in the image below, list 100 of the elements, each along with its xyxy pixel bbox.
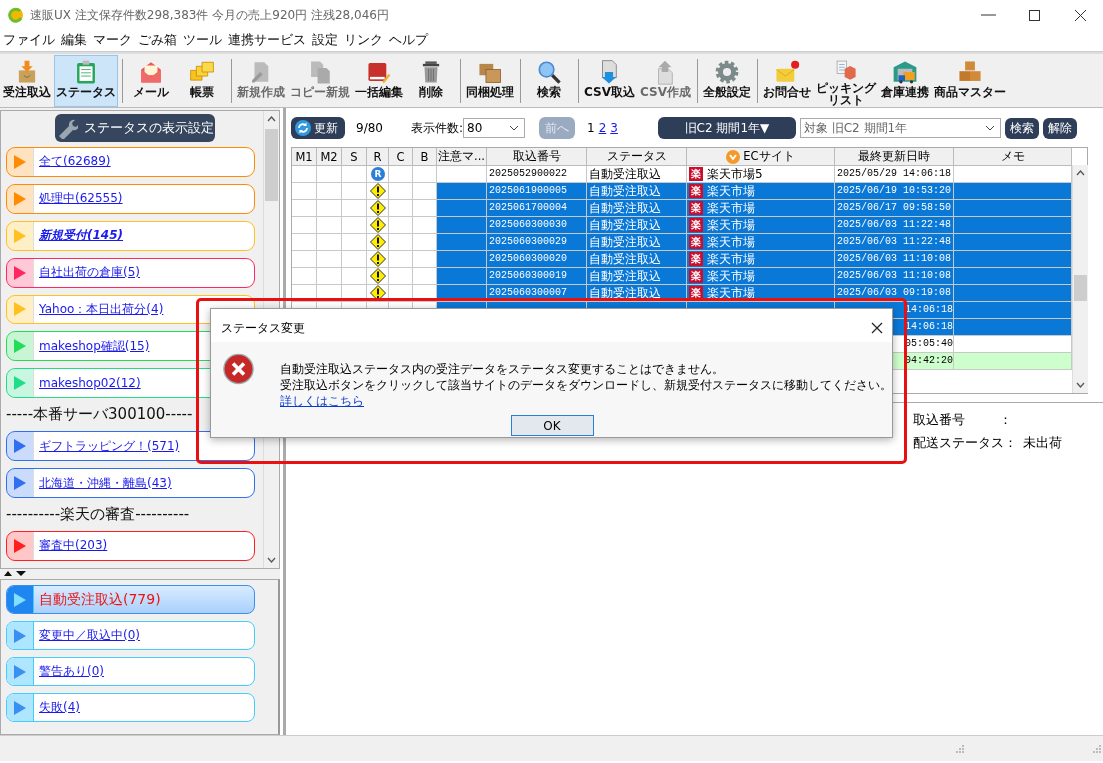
page-link[interactable]: 1: [587, 121, 595, 135]
table-cell: [413, 183, 437, 200]
envelope-icon: [773, 59, 800, 85]
table-cell: 2025/06/17 09:58:50: [835, 200, 954, 217]
toolbar-button[interactable]: ステータス: [54, 55, 118, 107]
table-cell: 自動受注取込: [587, 217, 687, 234]
filter-dropdown[interactable]: 対象 旧C2 期間1年: [799, 118, 1001, 138]
details-link[interactable]: 詳しくはこちら: [280, 394, 364, 408]
table-cell: [317, 200, 342, 217]
field-colon: ：: [1004, 435, 1017, 452]
window-title: 速販UX 注文保存件数298,383件 今月の売上920円 注残28,046円: [30, 6, 389, 24]
table-cell: [413, 234, 437, 251]
site-badge: 楽: [689, 167, 703, 181]
menu-item[interactable]: ヘルプ: [389, 32, 428, 49]
site-name: 楽天市場: [707, 234, 755, 250]
table-cell: 自動受注取込: [587, 268, 687, 285]
table-cell: [317, 234, 342, 251]
table-cell: 2025061700004: [487, 200, 587, 217]
status-item[interactable]: 警告あり(0): [6, 657, 255, 686]
toolbar-button[interactable]: ピッキング リスト: [813, 55, 878, 107]
status-item[interactable]: 北海道・沖縄・離島(43): [6, 468, 255, 499]
record-count: 9/80: [356, 121, 383, 135]
table-cell: 自動受注取込: [587, 234, 687, 251]
sort-down-icon: [726, 149, 741, 164]
period-button[interactable]: 旧C2 期間1年▼: [657, 117, 796, 139]
site-name: 楽天市場: [707, 251, 755, 267]
site-badge: 楽: [689, 269, 703, 283]
site-badge: 楽: [689, 201, 703, 215]
toolbar-button[interactable]: 一括編集: [353, 55, 405, 107]
status-item[interactable]: ギフトラッピング！(571): [6, 431, 255, 462]
table-cell: [292, 183, 317, 200]
clear-button[interactable]: 解除: [1042, 117, 1077, 139]
status-item[interactable]: 自社出荷の倉庫(5): [6, 257, 255, 288]
table-cell: 2025060300030: [487, 217, 587, 234]
group-heading: ----------楽天の審査----------: [6, 504, 191, 526]
toolbar-button[interactable]: 全般設定: [700, 55, 753, 107]
toolbar-button[interactable]: 倉庫連携: [878, 55, 931, 107]
status-item[interactable]: 新規受付(145): [6, 220, 255, 251]
status-item[interactable]: 全て(62689): [6, 146, 255, 177]
toolbar-button[interactable]: 同梱処理: [464, 55, 516, 107]
menu-item[interactable]: ファイル: [3, 32, 55, 49]
menu-item[interactable]: ごみ箱: [138, 32, 177, 49]
minimize-icon: [980, 14, 996, 16]
menu-item[interactable]: マーク: [93, 32, 132, 49]
page-size-dropdown[interactable]: 80: [463, 118, 525, 138]
toolbar-button[interactable]: お問合せ: [760, 55, 813, 107]
menu-item[interactable]: ツール: [183, 32, 222, 49]
scrollbar-thumb[interactable]: [1074, 274, 1087, 301]
menu-item[interactable]: リンク: [344, 32, 383, 49]
triangle-icon: [14, 664, 26, 679]
toolbar-button[interactable]: 商品マスター: [931, 55, 1008, 107]
status-item[interactable]: 審査中(203): [6, 531, 255, 561]
table-cell: 2025052900022: [487, 166, 587, 183]
chevron-down-icon: [267, 557, 276, 563]
table-cell: [292, 251, 317, 268]
status-item[interactable]: 失敗(4): [6, 693, 255, 722]
toolbar-button[interactable]: 削除: [406, 55, 456, 107]
table-cell: [317, 268, 342, 285]
table-cell: 2025/06/03 11:10:08: [835, 268, 954, 285]
field-label: 配送ステータス: [913, 435, 1004, 452]
status-item[interactable]: 処理中(62555): [6, 183, 255, 214]
site-name: 楽天市場: [707, 285, 755, 301]
table-cell: 2025060300020: [487, 251, 587, 268]
settings-button[interactable]: ステータスの表示設定: [54, 114, 215, 142]
toolbar-button[interactable]: 帳票: [177, 55, 227, 107]
status-item[interactable]: 変更中／取込中(0): [6, 621, 255, 650]
toolbar-button[interactable]: CSV取込: [582, 55, 637, 107]
table-cell: 自動受注取込: [587, 183, 687, 200]
table-cell: [317, 251, 342, 268]
triangle-icon: [14, 592, 26, 607]
toolbar-button[interactable]: 受注取込: [1, 55, 53, 107]
field-label: 取込番号: [913, 412, 966, 429]
table-cell: [413, 268, 437, 285]
table-cell: 2025/06/03 11:22:48: [835, 217, 954, 234]
table-cell: [317, 217, 342, 234]
site-name: 楽天市場: [707, 200, 755, 216]
group-heading: -----本番サーバ300100-----: [6, 404, 194, 426]
refresh-icon: [295, 120, 311, 136]
site-name: 楽天市場: [707, 217, 755, 233]
vertical-scrollbar[interactable]: [1072, 164, 1088, 393]
table-cell: [317, 166, 342, 183]
menu-item[interactable]: 設定: [312, 32, 338, 49]
toolbar-button[interactable]: メール: [126, 55, 176, 107]
toolbar-button[interactable]: 検索: [524, 55, 574, 107]
search-button[interactable]: 検索: [1004, 117, 1039, 139]
page-link[interactable]: 3: [610, 121, 618, 135]
maximize-icon: [1026, 7, 1042, 23]
table-cell: [413, 166, 437, 183]
scrollbar-thumb[interactable]: [265, 129, 278, 201]
table-cell: 2025/05/29 14:06:18: [835, 166, 954, 183]
table-cell: 2025060300029: [487, 234, 587, 251]
table-cell: 2025/06/03 11:10:08: [835, 251, 954, 268]
page-link[interactable]: 2: [598, 121, 607, 135]
ok-button[interactable]: OK: [510, 415, 594, 436]
menu-item[interactable]: 編集: [61, 32, 87, 49]
table-cell: [413, 251, 437, 268]
menu-item[interactable]: 連携サービス: [228, 32, 306, 49]
refresh-button[interactable]: 更新: [291, 117, 345, 139]
resize-grip-icon: [1092, 743, 1102, 754]
triangle-icon: [14, 628, 26, 643]
